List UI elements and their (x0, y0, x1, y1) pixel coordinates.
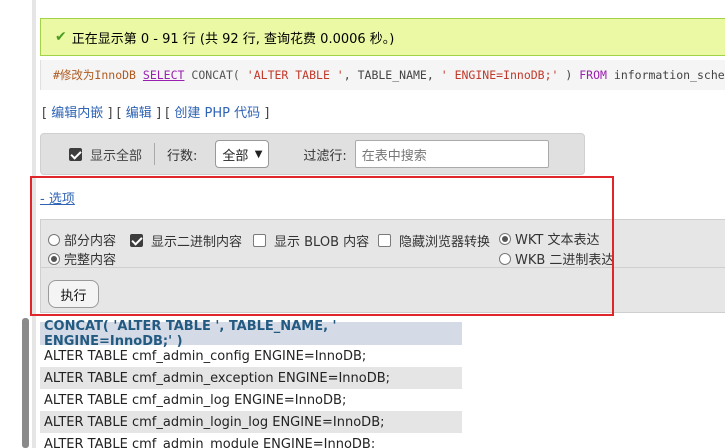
display-options-panel: 部分内容 完整内容 显示二进制内容 显示 BLOB 内容 隐藏浏览器转换 WKT… (40, 219, 725, 313)
filter-rows-placeholder: 在表中搜索 (361, 148, 427, 164)
show-blob-label: 显示 BLOB 内容 (274, 235, 370, 250)
options-toggle-link[interactable]: - 选项 (40, 188, 75, 207)
sql-table-source: information_schema (613, 68, 725, 82)
bracket: [ (42, 106, 48, 121)
check-icon: ✔ (55, 29, 67, 45)
sql-query: #修改为InnoDB SELECT CONCAT( 'ALTER TABLE '… (40, 60, 725, 90)
wkb-label: WKB 二进制表达 (515, 253, 615, 268)
sql-separator: , (426, 68, 434, 82)
navigation-filter-bar: 显示全部 行数: 全部 ▼ 过滤行: 在表中搜索 (40, 133, 585, 175)
edit-link[interactable]: 编辑 (126, 106, 152, 121)
execute-button[interactable]: 执行 (48, 280, 99, 308)
filter-rows-input[interactable]: 在表中搜索 (354, 140, 549, 168)
wkt-option[interactable]: WKT 文本表达 (499, 229, 599, 248)
table-row[interactable]: ALTER TABLE cmf_admin_exception ENGINE=I… (40, 367, 462, 389)
hide-transform-label: 隐藏浏览器转换 (399, 235, 491, 250)
table-row[interactable]: ALTER TABLE cmf_admin_login_log ENGINE=I… (40, 411, 462, 433)
divider (41, 267, 725, 268)
left-rail (32, 0, 36, 448)
sql-close-paren: ) (565, 68, 573, 82)
sql-function: CONCAT( (191, 68, 240, 82)
partial-content-option[interactable]: 部分内容 (48, 230, 116, 249)
show-all-checkbox[interactable] (69, 147, 82, 161)
rows-label: 行数: (167, 148, 198, 164)
sql-argument: TABLE_NAME (357, 68, 427, 82)
results-table: CONCAT( 'ALTER TABLE ', TABLE_NAME, ' EN… (40, 319, 462, 448)
wkt-label: WKT 文本表达 (515, 233, 600, 248)
sql-string-1: 'ALTER TABLE ' (246, 68, 344, 82)
column-header[interactable]: CONCAT( 'ALTER TABLE ', TABLE_NAME, ' EN… (40, 319, 462, 349)
bracket: ] (264, 106, 270, 121)
show-blob-checkbox[interactable] (253, 234, 266, 247)
rows-select[interactable]: 全部 ▼ (215, 140, 270, 168)
sql-from-keyword: FROM (579, 68, 607, 82)
edit-inline-link[interactable]: 编辑内嵌 (51, 106, 103, 121)
bracket: ] [ (155, 106, 171, 121)
rows-select-value: 全部 (222, 148, 249, 164)
sql-select-keyword[interactable]: SELECT (143, 68, 185, 82)
show-all-label: 显示全部 (90, 148, 143, 164)
show-binary-checkbox[interactable] (130, 234, 143, 247)
success-text: 正在显示第 0 - 91 行 (共 92 行, 查询花费 0.0006 秒。) (71, 31, 395, 47)
table-row[interactable]: ALTER TABLE cmf_admin_log ENGINE=InnoDB; (40, 389, 462, 411)
query-action-links: [ 编辑内嵌 ] [ 编辑 ] [ 创建 PHP 代码 ] (42, 102, 269, 121)
hide-transform-option[interactable]: 隐藏浏览器转换 (378, 231, 490, 250)
scrollbar-thumb[interactable] (22, 318, 29, 448)
wkb-option[interactable]: WKB 二进制表达 (499, 249, 614, 268)
full-content-option[interactable]: 完整内容 (48, 249, 116, 268)
wkb-radio[interactable] (499, 252, 511, 265)
sql-separator: , (343, 68, 351, 82)
bracket: ] [ (107, 106, 122, 121)
table-row[interactable]: ALTER TABLE cmf_admin_module ENGINE=Inno… (40, 433, 462, 448)
hide-transform-checkbox[interactable] (378, 234, 391, 247)
divider (154, 143, 156, 165)
show-blob-option[interactable]: 显示 BLOB 内容 (253, 231, 369, 250)
wkt-radio[interactable] (499, 232, 511, 245)
full-content-radio[interactable] (48, 252, 60, 265)
show-binary-label: 显示二进制内容 (151, 235, 243, 250)
success-message: ✔ 正在显示第 0 - 91 行 (共 92 行, 查询花费 0.0006 秒。… (40, 18, 725, 56)
show-binary-option[interactable]: 显示二进制内容 (130, 231, 242, 250)
partial-content-label: 部分内容 (64, 234, 117, 249)
sql-string-2: ' ENGINE=InnoDB;' (440, 68, 559, 82)
sql-comment: #修改为InnoDB (53, 68, 136, 82)
filter-rows-label: 过滤行: (303, 148, 347, 164)
full-content-label: 完整内容 (64, 253, 117, 268)
chevron-down-icon: ▼ (254, 148, 263, 160)
create-php-code-link[interactable]: 创建 PHP 代码 (174, 106, 260, 121)
partial-content-radio[interactable] (48, 233, 60, 246)
